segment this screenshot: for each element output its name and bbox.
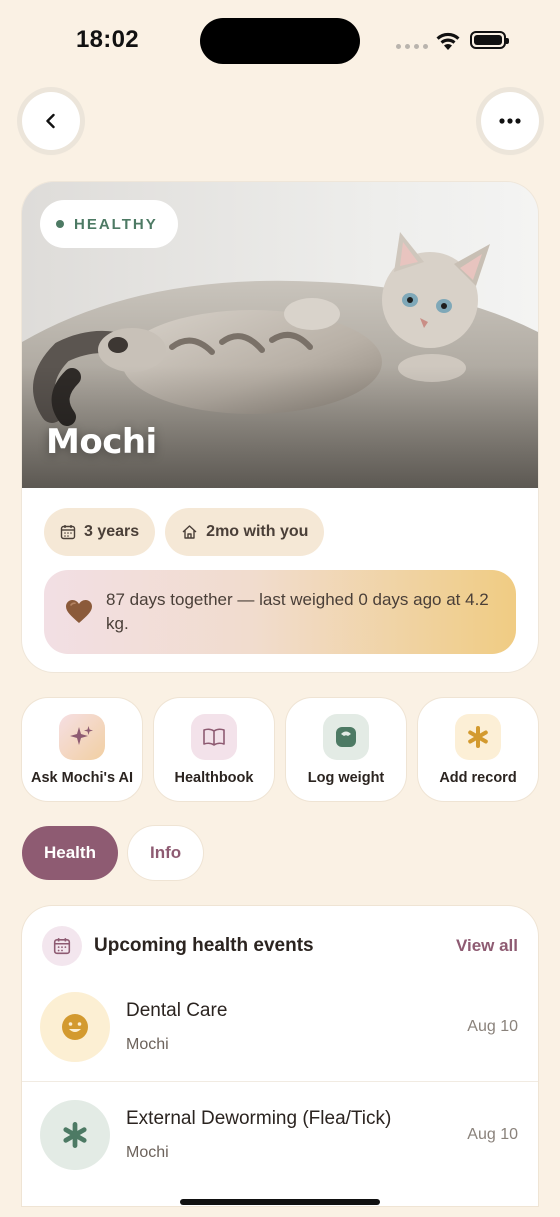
- log-weight-icon-tile: [323, 714, 369, 760]
- event-pet: Mochi: [126, 1143, 169, 1161]
- add-record-icon-tile: [455, 714, 501, 760]
- scale-icon: [336, 727, 356, 747]
- event-row[interactable]: Dental Care Mochi Aug 10: [22, 974, 538, 1080]
- asterisk-icon: [468, 726, 488, 748]
- wifi-icon: [436, 32, 460, 50]
- book-icon: [203, 728, 225, 746]
- asterisk-icon: [63, 1121, 87, 1148]
- upcoming-events-card: Upcoming health events View all Dental C…: [22, 906, 538, 1206]
- events-calendar-badge: [42, 926, 82, 966]
- quick-actions: Ask Mochi's AI Healthbook Log weight Add…: [22, 698, 538, 801]
- chevron-left-icon: [46, 113, 55, 129]
- tab-info[interactable]: Info: [127, 826, 204, 880]
- event-title: Dental Care: [126, 1000, 228, 1021]
- healthbook-label: Healthbook: [174, 770, 254, 786]
- view-all-link[interactable]: View all: [456, 936, 518, 956]
- smile-icon: [62, 1014, 88, 1040]
- section-tabs: Health Info: [22, 826, 204, 880]
- status-label: HEALTHY: [74, 215, 158, 233]
- event-pet: Mochi: [126, 1036, 169, 1053]
- home-indicator[interactable]: [180, 1199, 380, 1205]
- log-weight-button[interactable]: Log weight: [286, 698, 406, 801]
- dynamic-island: [200, 18, 360, 64]
- battery-icon: [470, 31, 509, 49]
- calendar-icon: [53, 938, 71, 955]
- event-row[interactable]: External Deworming (Flea/Tick) Mochi Aug…: [22, 1081, 538, 1187]
- status-badge: HEALTHY: [40, 200, 178, 248]
- sparkles-icon: [70, 726, 93, 745]
- age-label: 3 years: [84, 523, 140, 540]
- status-bar: 18:02: [0, 0, 560, 84]
- ask-ai-button[interactable]: Ask Mochi's AI: [22, 698, 142, 801]
- status-dot: [56, 220, 64, 228]
- together-text: 87 days together — last weighed 0 days a…: [106, 590, 489, 633]
- add-record-label: Add record: [439, 770, 517, 786]
- pet-photo: HEALTHY Mochi: [22, 182, 538, 488]
- event-date: Aug 10: [467, 1018, 518, 1035]
- event-icon-tile: [40, 992, 110, 1062]
- healthbook-icon-tile: [191, 714, 237, 760]
- events-title: Upcoming health events: [94, 935, 314, 956]
- pet-info-chips: 3 years 2mo with you: [44, 508, 325, 556]
- age-chip: 3 years: [44, 508, 156, 556]
- back-button[interactable]: [22, 92, 80, 150]
- event-date: Aug 10: [467, 1125, 518, 1143]
- ask-ai-icon-tile: [59, 714, 105, 760]
- events-header: Upcoming health events View all: [42, 926, 518, 966]
- pet-name: Mochi: [46, 422, 157, 462]
- event-body: External Deworming (Flea/Tick) Mochi: [126, 1108, 391, 1162]
- event-body: Dental Care Mochi: [126, 1000, 227, 1054]
- home-icon: [182, 525, 197, 539]
- cellular-signal-icon: [396, 44, 428, 49]
- time-with-you-label: 2mo with you: [206, 523, 309, 540]
- calendar-icon: [60, 525, 76, 540]
- event-icon-tile: [40, 1099, 110, 1170]
- pet-profile-card: HEALTHY Mochi 3 years 2mo with you 87 da…: [22, 182, 538, 672]
- time-with-you-chip: 2mo with you: [165, 508, 325, 556]
- together-banner: 87 days together — last weighed 0 days a…: [44, 570, 516, 654]
- status-time: 18:02: [76, 26, 139, 53]
- log-weight-label: Log weight: [307, 770, 385, 786]
- add-record-button[interactable]: Add record: [418, 698, 538, 801]
- event-title: External Deworming (Flea/Tick): [126, 1107, 392, 1129]
- heart-icon: [66, 600, 92, 623]
- healthbook-button[interactable]: Healthbook: [154, 698, 274, 801]
- ellipsis-icon: [499, 118, 521, 124]
- more-options-button[interactable]: [481, 92, 539, 150]
- tab-health[interactable]: Health: [22, 826, 118, 880]
- ask-ai-label: Ask Mochi's AI: [30, 770, 134, 786]
